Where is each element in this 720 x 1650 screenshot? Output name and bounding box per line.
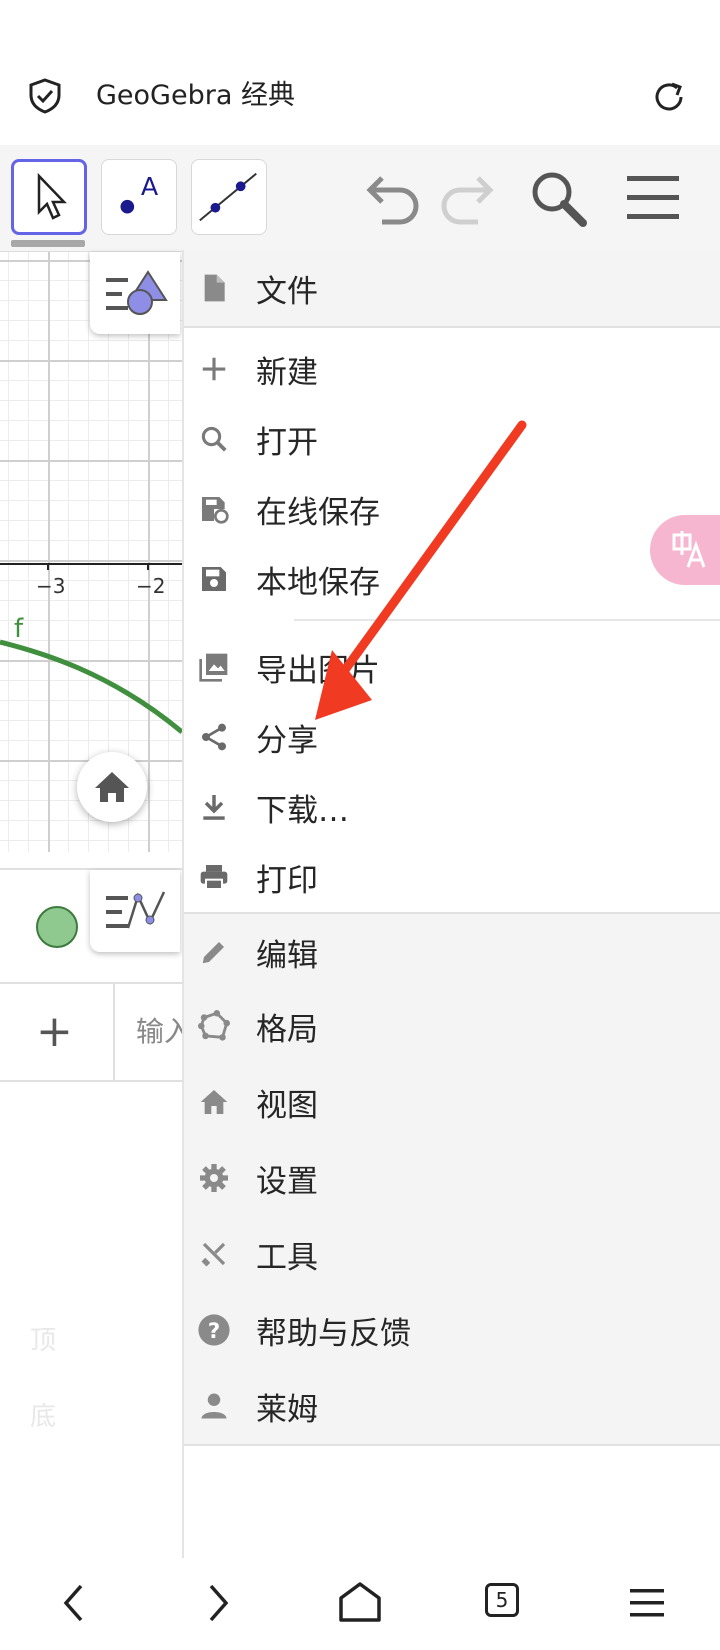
browser-bar	[0, 0, 720, 145]
menu-label: 新建	[256, 354, 318, 391]
menu-label: 分享	[256, 722, 318, 759]
page-title: GeoGebra 经典	[96, 80, 295, 111]
help-question-icon: ?	[196, 1312, 232, 1348]
back-icon[interactable]	[50, 1578, 100, 1628]
style-bar-graph-icon	[106, 891, 166, 929]
function-f-curve	[0, 639, 182, 734]
translate-icon	[672, 531, 706, 568]
person-icon	[196, 1388, 232, 1424]
faint-label: 底	[30, 1402, 57, 1432]
menu-label: 设置	[256, 1163, 318, 1200]
main-menu: 文件 新建 打开 在线保存 本地保存 导出图片 分享 下载… 打印 编辑 格局 …	[182, 250, 720, 1558]
menu-item-share[interactable]: 分享	[184, 702, 720, 772]
menu-item-settings[interactable]: 设置	[184, 1140, 720, 1218]
divider	[0, 1080, 182, 1082]
menu-separator	[294, 619, 720, 621]
file-icon	[196, 270, 232, 306]
x-tick-label: −2	[136, 574, 166, 598]
floppy-disk-icon	[196, 561, 232, 597]
menu-label: 莱姆	[256, 1391, 318, 1428]
menu-item-edit[interactable]: 编辑	[184, 912, 720, 992]
home-icon	[95, 772, 129, 802]
menu-label: 帮助与反馈	[256, 1315, 411, 1352]
line-through-points-icon	[199, 172, 257, 222]
divider	[0, 982, 182, 984]
selected-tool-indicator	[11, 240, 85, 247]
point-tool-button[interactable]: A	[101, 159, 177, 235]
cloud-save-icon	[196, 491, 232, 527]
graphics-home-button[interactable]	[77, 752, 147, 822]
plus-icon	[196, 351, 232, 387]
menu-item-user[interactable]: 莱姆	[184, 1368, 720, 1446]
faint-label: 顶	[30, 1326, 57, 1356]
menu-item-export-image[interactable]: 导出图片	[184, 632, 720, 702]
redo-icon[interactable]	[436, 172, 498, 228]
wrench-screwdriver-icon	[196, 1236, 232, 1272]
image-icon	[196, 649, 232, 685]
line-tool-button[interactable]	[191, 159, 267, 235]
hamburger-menu-icon[interactable]	[625, 172, 681, 224]
search-icon	[196, 421, 232, 457]
cursor-arrow-icon	[37, 172, 67, 220]
menu-label: 在线保存	[256, 494, 380, 531]
menu-item-view[interactable]: 视图	[184, 1064, 720, 1142]
security-shield-icon[interactable]	[28, 78, 62, 114]
algebra-style-bar-button[interactable]	[90, 870, 180, 952]
printer-icon	[196, 859, 232, 895]
graphics-style-bar-button[interactable]	[90, 252, 180, 334]
algebra-view	[0, 868, 182, 1560]
menu-item-open[interactable]: 打开	[184, 404, 720, 474]
translate-float-button[interactable]	[650, 515, 720, 585]
pencil-icon	[196, 934, 232, 970]
home-icon	[196, 1084, 232, 1120]
reload-icon[interactable]	[650, 78, 688, 116]
add-item-button[interactable]: +	[36, 1010, 73, 1054]
svg-text:A: A	[141, 172, 159, 201]
menu-item-print[interactable]: 打印	[184, 842, 720, 912]
menu-item-tools[interactable]: 工具	[184, 1216, 720, 1294]
menu-label: 编辑	[256, 937, 318, 974]
tabs-button[interactable]: 5	[485, 1583, 519, 1617]
menu-label: 文件	[256, 273, 318, 310]
download-icon	[196, 789, 232, 825]
home-icon[interactable]	[335, 1578, 385, 1628]
menu-label: 导出图片	[256, 652, 380, 689]
menu-item-file[interactable]: 文件	[184, 250, 720, 328]
share-icon	[196, 719, 232, 755]
x-tick-label: −3	[36, 574, 66, 598]
menu-label: 本地保存	[256, 564, 380, 601]
browser-menu-icon[interactable]	[622, 1578, 672, 1628]
menu-item-new[interactable]: 新建	[184, 334, 720, 404]
menu-label: 打印	[256, 862, 318, 899]
menu-item-save-online[interactable]: 在线保存	[184, 474, 720, 544]
object-visibility-toggle[interactable]	[36, 906, 78, 948]
point-a-icon: A	[120, 172, 159, 214]
menu-item-download[interactable]: 下载…	[184, 772, 720, 842]
move-tool-button[interactable]	[11, 159, 87, 235]
divider	[113, 984, 115, 1080]
menu-label: 格局	[256, 1011, 318, 1048]
menu-label: 下载…	[256, 792, 349, 829]
menu-item-layout[interactable]: 格局	[184, 988, 720, 1066]
menu-item-help[interactable]: ? 帮助与反馈	[184, 1292, 720, 1370]
layout-polygon-icon	[196, 1008, 232, 1044]
menu-label: 工具	[256, 1239, 318, 1276]
function-label[interactable]: f	[14, 614, 23, 644]
forward-icon[interactable]	[192, 1578, 242, 1628]
style-bar-shapes-icon	[106, 270, 168, 315]
menu-label: 视图	[256, 1087, 318, 1124]
search-icon[interactable]	[528, 168, 590, 230]
undo-icon[interactable]	[362, 172, 424, 228]
algebra-input-field[interactable]: 输入	[136, 1010, 182, 1050]
menu-item-save-local[interactable]: 本地保存	[184, 544, 720, 614]
gear-icon	[196, 1160, 232, 1196]
svg-text:?: ?	[208, 1319, 220, 1344]
menu-label: 打开	[256, 424, 318, 461]
